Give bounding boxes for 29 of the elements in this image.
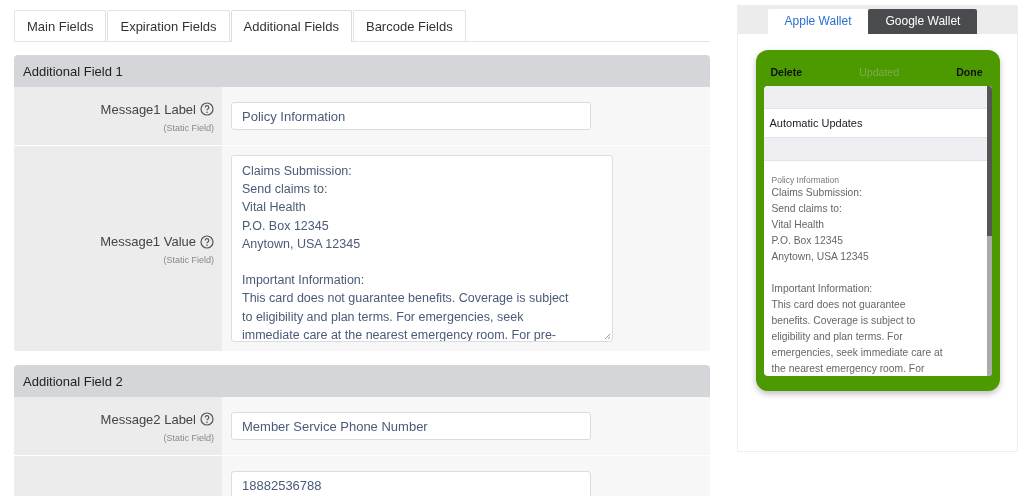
section-title: Additional Field 2 — [23, 373, 123, 389]
field-label: Message2 Label — [100, 411, 196, 427]
field-label: Policy Information — [771, 175, 841, 185]
tab[interactable]: Apple Wallet — [767, 9, 869, 34]
tab[interactable]: Google Wallet — [868, 9, 978, 34]
help-icon[interactable] — [200, 412, 214, 426]
text-area[interactable]: Claims Submission: Send claims to: Vital Health P.O. Box 12345 Anytown, USA 12345 Important Information: This card does not guarantee benefits. Coverage is subject to eligibility and plan terms. For emergencies, seek immediate care at the nearest emergency room. For pre- — [231, 155, 613, 342]
help-icon[interactable] — [200, 234, 214, 249]
text-field[interactable]: Policy Information — [231, 102, 591, 130]
field-note: (Static Field) — [163, 255, 214, 265]
field-label: Message1 Value — [100, 234, 196, 249]
tab[interactable]: Main Fields — [14, 10, 107, 41]
scrollbar[interactable] — [986, 86, 992, 376]
field-note: (Static Field) — [163, 432, 214, 443]
resize-grip-icon[interactable] — [603, 332, 611, 340]
setting-label: Automatic Updates — [769, 117, 863, 129]
tab[interactable]: Barcode Fields — [352, 10, 466, 41]
status-label: Updated — [859, 66, 899, 78]
tab[interactable]: Additional Fields — [230, 10, 352, 42]
field-note: (Static Field) — [163, 122, 214, 133]
section-title: Additional Field 1 — [23, 63, 123, 79]
help-icon[interactable] — [200, 102, 214, 116]
done-link[interactable]: Done — [956, 66, 983, 78]
tab[interactable]: Expiration Fields — [107, 10, 230, 41]
text-field[interactable]: Member Service Phone Number — [231, 412, 591, 440]
field-value: Claims Submission: Send claims to: Vital Health P.O. Box 12345 Anytown, USA 12345 Important Information: This card does not guarantee benefits. Coverage is subject to eligibility and plan terms. For emergencies, seek immediate care at the nearest emergency room. For — [771, 186, 944, 376]
field-label: Message1 Label — [100, 101, 196, 117]
text-field[interactable]: 18882536788 — [231, 471, 591, 496]
delete-link[interactable]: Delete — [770, 66, 802, 78]
